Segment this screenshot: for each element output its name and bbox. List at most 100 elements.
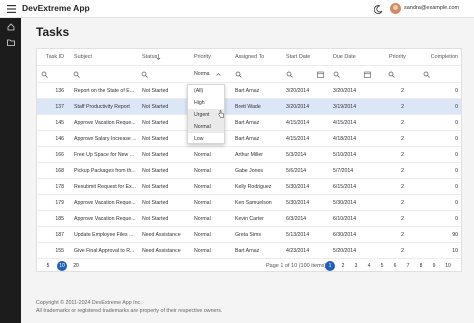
cell-priority: Normal: [194, 231, 211, 238]
search-icon[interactable]: [286, 71, 293, 78]
app-title: DevExtreme App: [22, 3, 90, 13]
page-button[interactable]: 8: [416, 261, 426, 271]
column-header-subject[interactable]: Subject: [72, 49, 137, 65]
table-row[interactable]: 166 Free Up Space for New ... Not Started N…: [37, 147, 461, 163]
avatar[interactable]: [390, 3, 401, 14]
cell-subject: Approve Vacation Reque...: [74, 119, 136, 126]
hand-cursor-icon: [218, 110, 224, 118]
cell-priority: Normal: [194, 167, 211, 174]
dropdown-option-high[interactable]: High: [188, 97, 224, 109]
column-header-status[interactable]: Status: [140, 49, 170, 65]
priority-filter-select[interactable]: Norma: [192, 66, 216, 82]
search-icon[interactable]: [73, 71, 80, 78]
column-header-priority-number[interactable]: Priority: [387, 49, 417, 65]
search-icon[interactable]: [388, 71, 395, 78]
theme-toggle-icon[interactable]: [372, 3, 384, 15]
cell-task-id: 155: [55, 247, 64, 254]
cell-task-id: 168: [55, 167, 64, 174]
cell-priority-number: 2: [401, 231, 404, 238]
cell-completion: 0: [455, 135, 458, 142]
search-icon[interactable]: [235, 71, 242, 78]
page-size-option[interactable]: 5: [43, 261, 53, 271]
cell-assigned-to: Brett Wade: [235, 103, 261, 110]
page-button[interactable]: 7: [403, 261, 413, 271]
user-email[interactable]: sandra@example.com: [404, 5, 459, 11]
cell-completion: 0: [455, 183, 458, 190]
cell-due-date: 6/30/2014: [333, 231, 357, 238]
dropdown-option-all[interactable]: (All): [188, 85, 224, 97]
table-row[interactable]: 179 Approve Vacation Reque... Not Started N…: [37, 195, 461, 211]
search-icon[interactable]: [333, 71, 340, 78]
cell-task-id: 146: [55, 135, 64, 142]
cell-start-date: 3/20/2014: [286, 87, 310, 94]
table-row[interactable]: 136 Report on the State of E... Not Starte…: [37, 83, 461, 99]
column-header-due-date[interactable]: Due Date: [331, 49, 371, 65]
cell-priority-number: 2: [401, 167, 404, 174]
cell-priority-number: 2: [401, 119, 404, 126]
grid-header-row: Task ID Subject Status Priority Assigned…: [37, 49, 461, 66]
cell-subject: Approve Vacation Reque...: [74, 199, 136, 206]
cell-completion: 0: [455, 199, 458, 206]
page-size-option-active[interactable]: 10: [57, 261, 67, 271]
page-button[interactable]: 3: [351, 261, 361, 271]
table-row[interactable]: 185 Approve Vacation Reque... Not Started N…: [37, 211, 461, 227]
page-size-option[interactable]: 20: [71, 261, 81, 271]
cell-task-id: 179: [55, 199, 64, 206]
cell-start-date: 5/6/2014: [286, 167, 307, 174]
search-icon[interactable]: [141, 71, 148, 78]
page-button[interactable]: 5: [377, 261, 387, 271]
calendar-icon[interactable]: [317, 71, 324, 78]
page-button-active[interactable]: 1: [325, 261, 335, 271]
cell-start-date: 5/3/2014: [286, 151, 307, 158]
cell-priority-number: 2: [401, 151, 404, 158]
home-icon[interactable]: [5, 22, 16, 32]
cell-due-date: 5/10/2014: [333, 151, 357, 158]
search-icon[interactable]: [41, 71, 48, 78]
table-row[interactable]: 146 Approve Salary Increase ... Not Starte…: [37, 131, 461, 147]
chevron-up-icon[interactable]: [216, 66, 224, 82]
page-button[interactable]: 4: [364, 261, 374, 271]
column-header-start-date[interactable]: Start Date: [284, 49, 324, 65]
table-row[interactable]: 168 Pickup Packages from th... Not Started…: [37, 163, 461, 179]
cell-due-date: 5/7/2014: [333, 167, 354, 174]
search-icon[interactable]: [423, 71, 430, 78]
pager: 5 10 20 Page 1 of 10 (100 items) 1 2 3 4…: [37, 259, 461, 273]
cell-subject: Give Final Approval to R...: [74, 247, 135, 254]
page-button[interactable]: 10: [443, 261, 453, 271]
cell-completion: 0: [455, 215, 458, 222]
table-row[interactable]: 155 Give Final Approval to R... Need Assis…: [37, 243, 461, 259]
menu-icon[interactable]: [6, 4, 16, 14]
cell-task-id: 178: [55, 183, 64, 190]
column-header-assigned-to[interactable]: Assigned To: [233, 49, 283, 65]
cell-status: Not Started: [142, 151, 169, 158]
column-header-priority[interactable]: Priority: [192, 49, 227, 65]
calendar-icon[interactable]: [364, 71, 371, 78]
cell-status: Not Started: [142, 119, 169, 126]
cell-priority: Normal: [194, 183, 211, 190]
cell-due-date: 6/15/2014: [333, 183, 357, 190]
cell-start-date: 5/13/2014: [286, 231, 310, 238]
cell-assigned-to: Ken Samuelson: [235, 199, 272, 206]
page-button[interactable]: 2: [338, 261, 348, 271]
page-button[interactable]: 9: [429, 261, 439, 271]
column-header-task-id[interactable]: Task ID: [37, 49, 67, 65]
folder-icon[interactable]: [5, 37, 16, 47]
cell-due-date: 3/20/2014: [333, 87, 357, 94]
cell-start-date: 5/30/2014: [286, 183, 310, 190]
page-button[interactable]: 6: [390, 261, 400, 271]
table-row[interactable]: 187 Update Employee Files ... Need Assista…: [37, 227, 461, 243]
table-row[interactable]: 178 Resubmit Request for Ex... Not Started…: [37, 179, 461, 195]
dropdown-option-low[interactable]: Low: [188, 133, 224, 145]
cell-completion: 0: [455, 151, 458, 158]
cell-completion: 10: [452, 247, 458, 254]
cell-subject: Staff Productivity Report: [74, 103, 130, 110]
table-row[interactable]: 137 Staff Productivity Report Not Started H…: [37, 99, 461, 115]
cell-assigned-to: Kevin Carter: [235, 215, 264, 222]
table-row[interactable]: 145Approve Vacation Reque...Not StartedU…: [37, 115, 461, 131]
cell-start-date: 4/15/2014: [286, 119, 310, 126]
cell-assigned-to: Bart Arnaz: [235, 87, 260, 94]
dropdown-option-normal[interactable]: Normal: [188, 121, 224, 133]
cell-status: Need Assistance: [142, 247, 181, 254]
footer: Copyright © 2011-2024 DevExtreme App Inc…: [36, 299, 222, 315]
column-header-completion[interactable]: Completion: [417, 49, 461, 65]
